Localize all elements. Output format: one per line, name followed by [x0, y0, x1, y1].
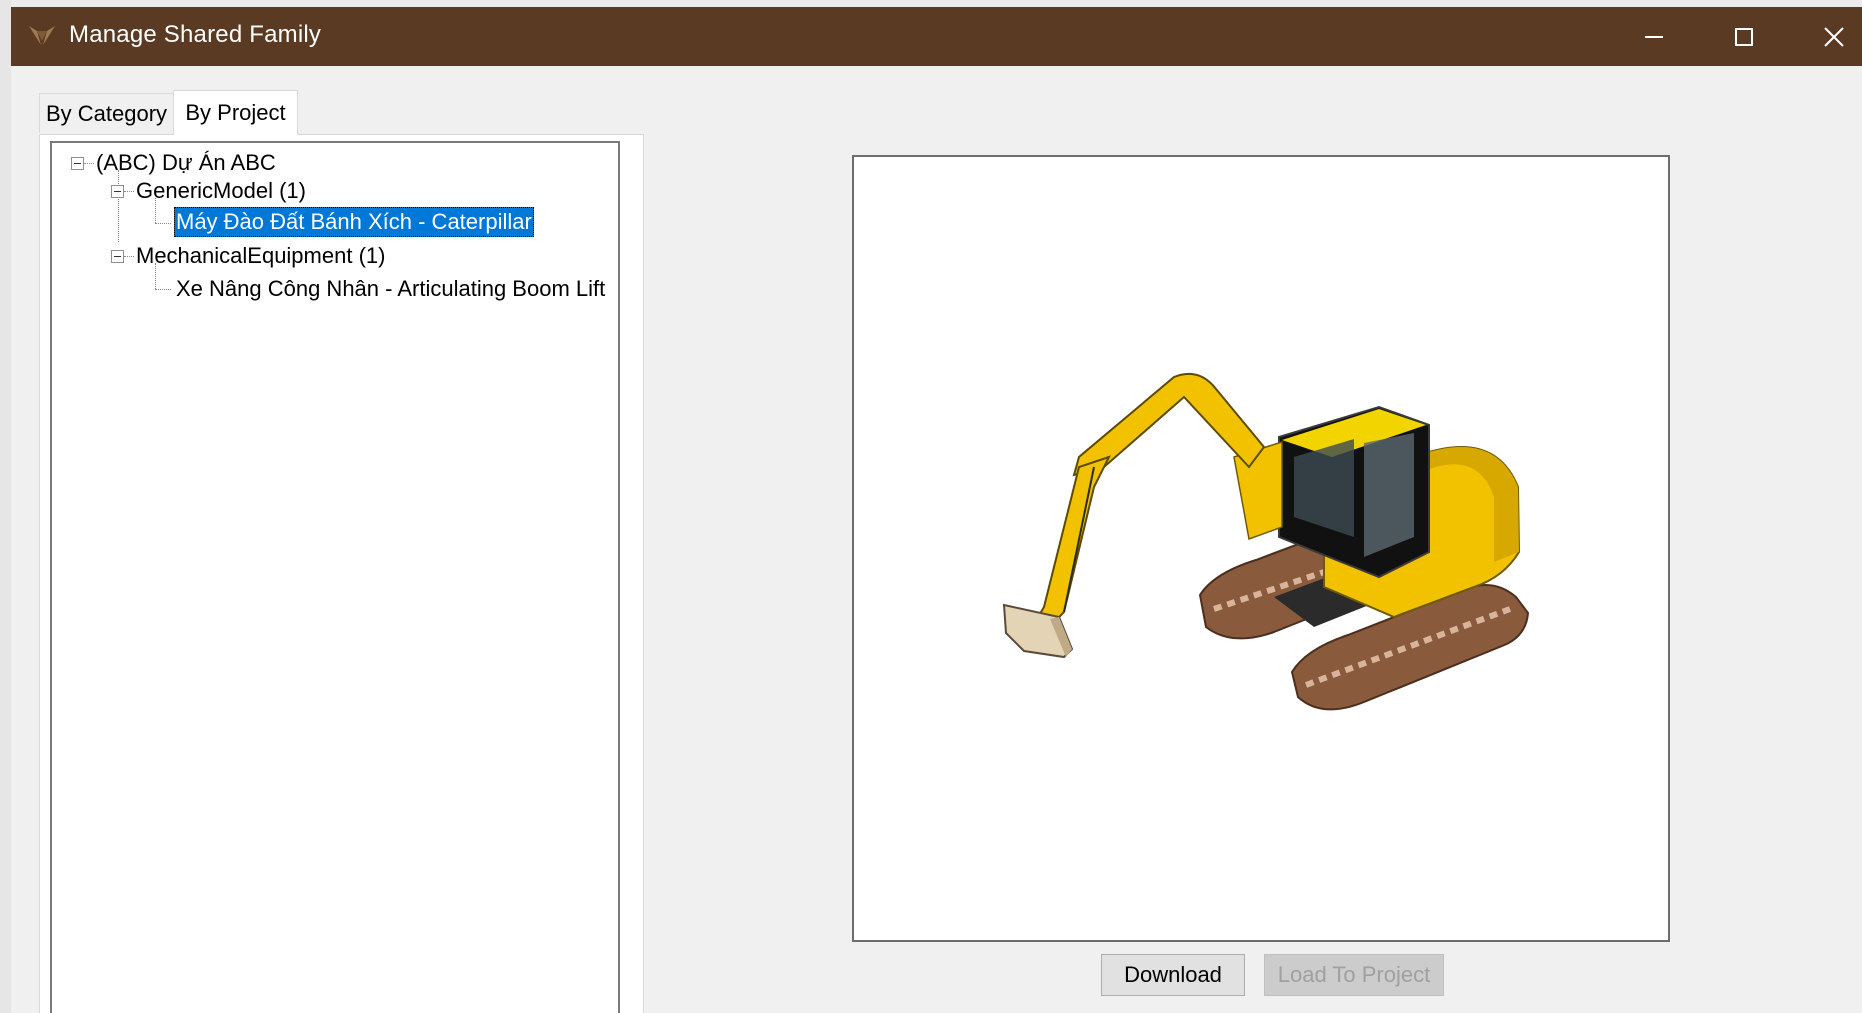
- app-logo-icon: [29, 26, 55, 45]
- tree-connector: [155, 223, 171, 224]
- window-left-edge: [0, 0, 11, 1013]
- collapse-toggle-icon[interactable]: [71, 157, 84, 170]
- maximize-button[interactable]: [1699, 7, 1789, 66]
- close-icon: [1824, 26, 1844, 47]
- tree-node-family-selected[interactable]: Máy Đào Đất Bánh Xích - Caterpillar: [174, 207, 534, 237]
- tree-connector: [124, 191, 134, 192]
- family-tree-view[interactable]: (ABC) Dự Án ABC GenericModel (1) Máy Đào…: [50, 141, 620, 1013]
- family-preview-panel: [852, 155, 1670, 942]
- minimize-icon: [1645, 35, 1663, 38]
- tree-connector: [84, 163, 94, 164]
- window-title: Manage Shared Family: [69, 21, 322, 48]
- tab-by-category[interactable]: By Category: [39, 93, 174, 133]
- excavator-preview-image: [1002, 373, 1530, 711]
- tree-node-category[interactable]: GenericModel (1): [136, 176, 306, 206]
- collapse-toggle-icon[interactable]: [111, 250, 124, 263]
- minimize-button[interactable]: [1609, 7, 1699, 66]
- load-to-project-button[interactable]: Load To Project: [1264, 954, 1444, 996]
- tab-by-project[interactable]: By Project: [173, 90, 298, 135]
- tree-node-category[interactable]: MechanicalEquipment (1): [136, 241, 385, 271]
- maximize-icon: [1735, 27, 1753, 46]
- window-top-edge: [0, 0, 1862, 7]
- tree-node-family[interactable]: Xe Nâng Công Nhân - Articulating Boom Li…: [176, 274, 605, 304]
- collapse-toggle-icon[interactable]: [111, 185, 124, 198]
- download-button[interactable]: Download: [1101, 954, 1245, 996]
- tree-connector: [118, 170, 119, 242]
- tree-node-project-root[interactable]: (ABC) Dự Án ABC: [96, 148, 276, 178]
- title-bar[interactable]: Manage Shared Family: [11, 7, 1862, 66]
- tree-connector: [155, 289, 171, 290]
- close-button[interactable]: [1789, 7, 1862, 66]
- tree-connector: [124, 256, 134, 257]
